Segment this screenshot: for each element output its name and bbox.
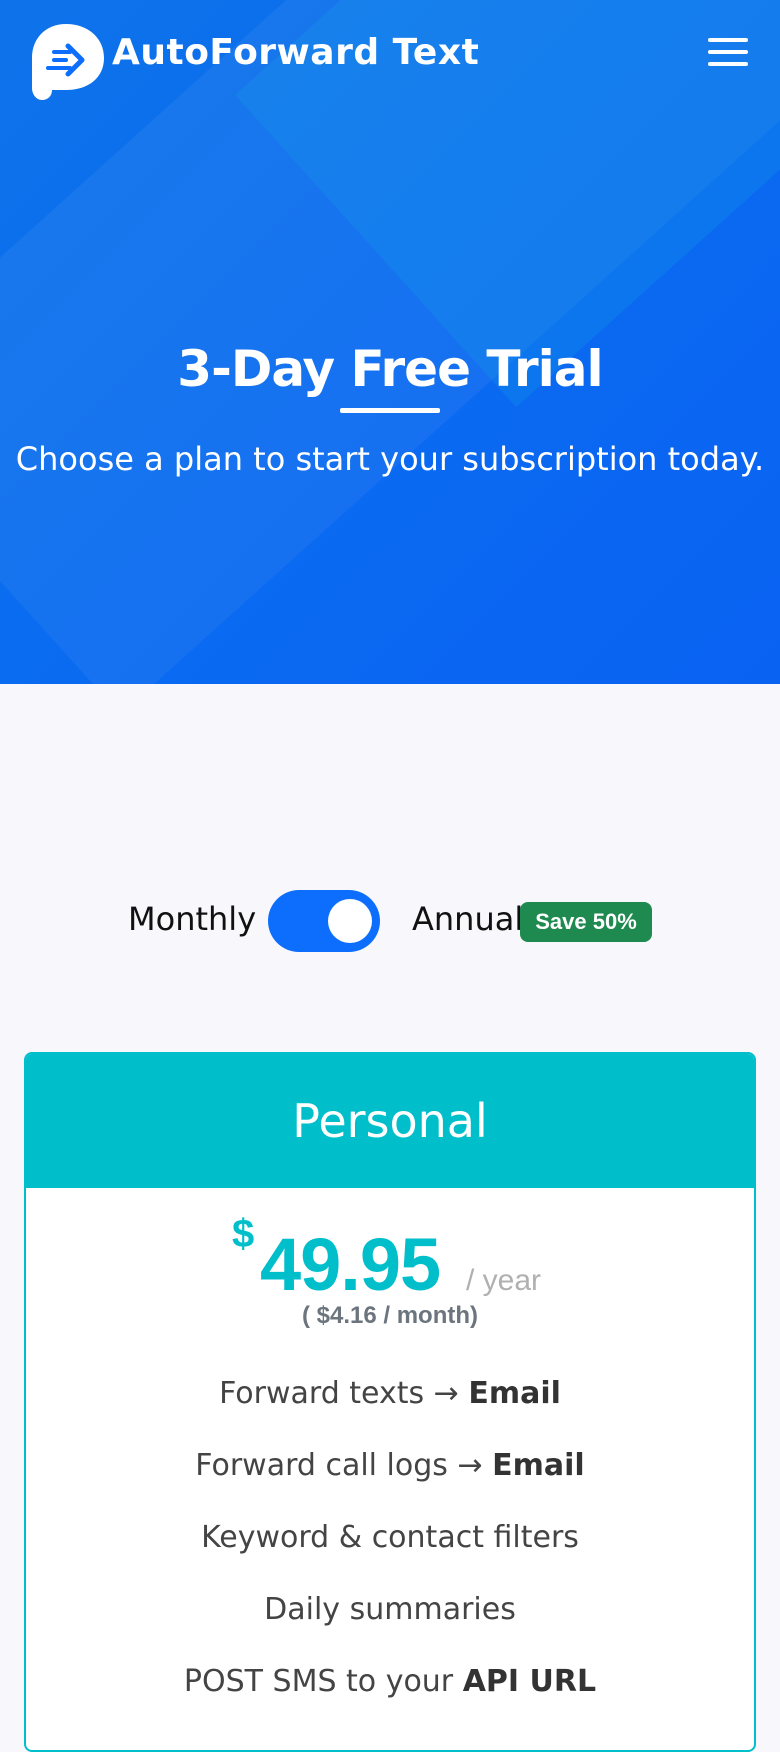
plan-card-personal: Personal $ 49.95 / year ( $4.16 / month)… xyxy=(24,1052,756,1752)
hero-banner: AutoForward Text 3-Day Free Trial Choose… xyxy=(0,0,780,684)
price-amount: 49.95 xyxy=(260,1223,441,1306)
currency-symbol: $ xyxy=(232,1212,255,1256)
plan-name: Personal xyxy=(26,1054,754,1188)
page-subtitle: Choose a plan to start your subscription… xyxy=(15,440,765,478)
switch-knob xyxy=(328,899,372,943)
billing-period-toggle: Monthly Annual Save 50% xyxy=(0,890,780,952)
brand-name[interactable]: AutoForward Text xyxy=(112,32,479,73)
hamburger-menu-icon[interactable] xyxy=(708,38,748,70)
price-period: / year xyxy=(466,1264,542,1297)
navbar: AutoForward Text xyxy=(0,0,780,110)
annual-label[interactable]: Annual xyxy=(412,900,523,938)
feature-item: POST SMS to your API URL xyxy=(183,1664,597,1699)
feature-item: Forward call logs → Email xyxy=(195,1448,585,1483)
feature-item: Keyword & contact filters xyxy=(201,1520,579,1555)
save-badge: Save 50% xyxy=(520,902,652,942)
feature-list: Forward texts → Email Forward call logs … xyxy=(26,1358,754,1718)
page-title: 3-Day Free Trial xyxy=(177,340,603,398)
monthly-label[interactable]: Monthly xyxy=(128,900,256,938)
chat-forward-icon[interactable] xyxy=(26,22,106,102)
title-underline xyxy=(340,408,440,413)
feature-item: Forward texts → Email xyxy=(219,1376,561,1411)
feature-item: Daily summaries xyxy=(264,1592,516,1627)
billing-switch[interactable] xyxy=(268,890,380,952)
price-row: $ 49.95 / year xyxy=(26,1188,754,1306)
